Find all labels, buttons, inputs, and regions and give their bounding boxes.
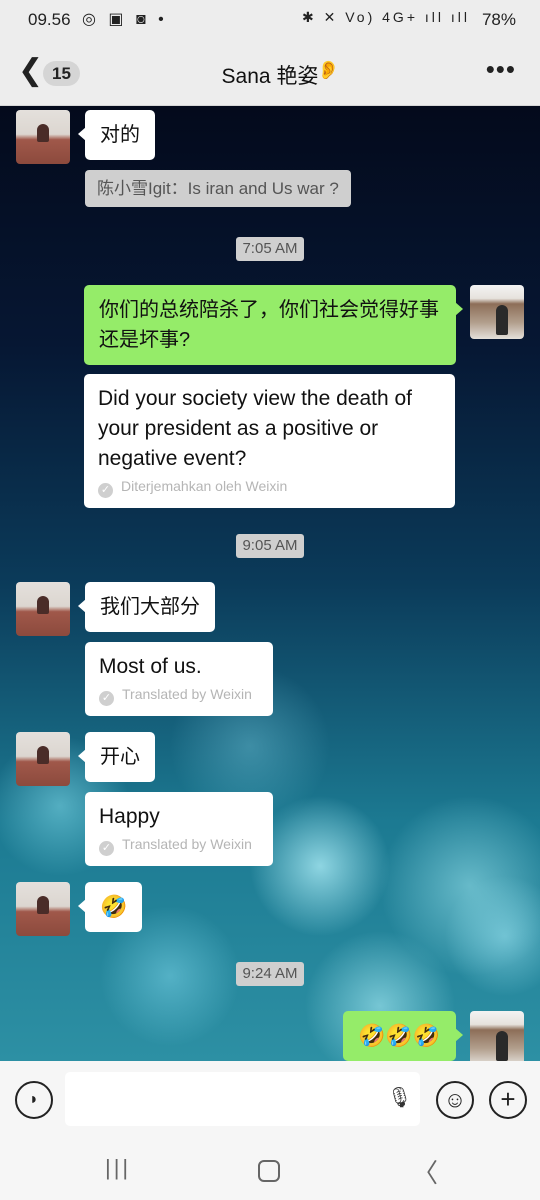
timestamp-label: 7:05 AM [236,237,304,261]
check-icon: ✓ [99,841,114,856]
incoming-message[interactable]: 开心 [78,732,155,782]
incoming-message[interactable]: 对的 [78,110,155,160]
timestamp-label: 9:24 AM [236,962,304,986]
quoted-message[interactable]: 陈小雪Igit：Is iran and Us war ? [85,170,351,207]
translation-card[interactable]: Happy ✓ Translated by Weixin [85,792,273,866]
home-icon[interactable] [258,1160,280,1182]
my-avatar[interactable] [470,285,524,339]
status-bar: 09.56 ◎ ▣ ◙ • ✱ ✕ Vo) 4G+ ıll ıll 78% [0,0,540,40]
voice-input-icon[interactable]: ◗ [15,1081,53,1119]
plus-icon[interactable]: + [489,1081,527,1119]
credit-label: Diterjemahkan oleh Weixin [121,478,288,494]
back-icon[interactable]: 〈 [412,1153,438,1190]
translation-text: Happy [99,805,160,828]
translation-card[interactable]: Most of us. ✓ Translated by Weixin [85,642,273,716]
translation-text: Most of us. [99,655,202,678]
incoming-message[interactable]: 我们大部分 [78,582,215,632]
my-avatar[interactable] [470,1011,524,1061]
timestamp: 7:05 AM [0,237,540,261]
credit-label: Translated by Weixin [122,836,252,852]
signal-icons: ✱ ✕ Vo) 4G+ ıll ıll [302,9,470,25]
timestamp: 9:05 AM [0,534,540,558]
translation-credit: ✓ Diterjemahkan oleh Weixin [98,476,441,498]
message-input[interactable] [65,1072,420,1126]
credit-label: Translated by Weixin [122,686,252,702]
battery-level: 78% [481,10,516,29]
translation-text: Did your society view the death of your … [98,387,412,470]
emoji-icon[interactable]: ☺ [436,1081,474,1119]
check-icon: ✓ [99,691,114,706]
microphone-icon[interactable]: 🎙 [387,1085,412,1110]
contact-avatar[interactable] [16,582,70,636]
timestamp: 9:24 AM [0,962,540,986]
translation-credit: ✓ Translated by Weixin [99,834,259,856]
outgoing-message[interactable]: 🤣🤣🤣 [343,1011,463,1061]
system-nav-bar: ||| 〈 [0,1143,540,1200]
chat-title: Sana 艳姿 [221,65,319,88]
incoming-message[interactable]: 🤣 [77,882,143,932]
status-time: 09.56 [28,10,71,29]
chat-area[interactable]: 对的 陈小雪Igit：Is iran and Us war ? 7:05 AM … [0,106,540,1061]
translation-credit: ✓ Translated by Weixin [99,684,259,706]
contact-avatar[interactable] [16,732,70,786]
recent-apps-icon[interactable]: ||| [105,1155,131,1181]
translation-card[interactable]: Did your society view the death of your … [84,374,455,508]
earpiece-mode-icon: 👂 [317,60,340,80]
outgoing-message[interactable]: 你们的总统陪杀了，你们社会觉得好事还是坏事? [84,285,463,365]
check-icon: ✓ [98,483,113,498]
contact-avatar[interactable] [16,110,70,164]
input-bar: ◗ 🎙 ☺ + [0,1061,540,1143]
timestamp-label: 9:05 AM [236,534,304,558]
chat-header: ❮ 15 Sana 艳姿 👂 ••• [0,40,540,106]
notification-icons: ◎ ▣ ◙ • [82,11,168,28]
more-options-icon[interactable]: ••• [486,54,516,85]
contact-avatar[interactable] [16,882,70,936]
